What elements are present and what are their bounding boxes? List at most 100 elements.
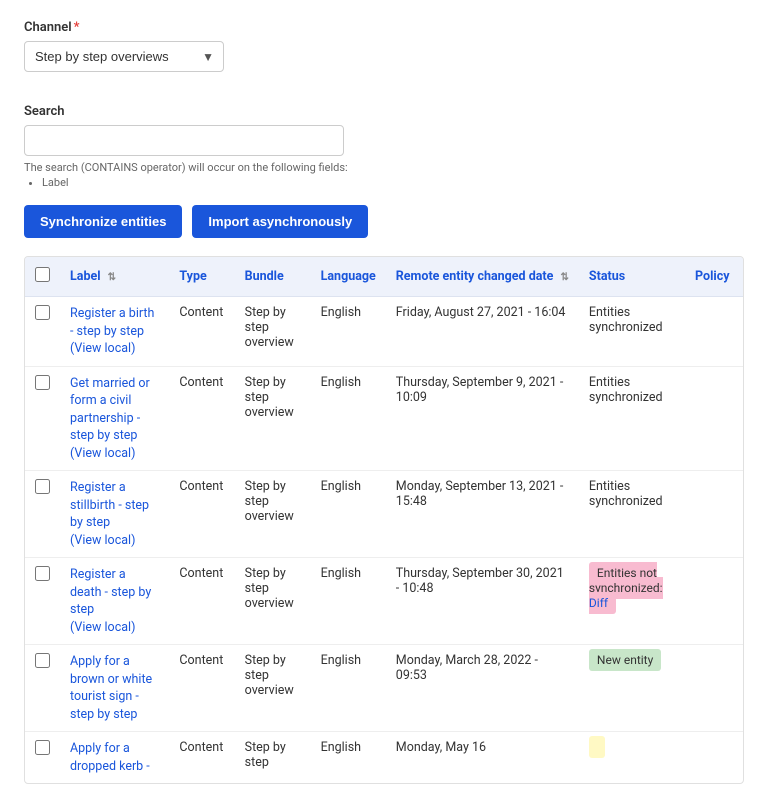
row-checkbox-cell — [25, 558, 60, 645]
row-checkbox[interactable] — [35, 479, 50, 494]
row-date-cell: Thursday, September 9, 2021 - 10:09 — [386, 366, 579, 471]
row-label-link[interactable]: Apply for a dropped kerb - — [70, 741, 150, 774]
row-status-cell: Entities synchronized — [579, 297, 685, 367]
table-header-row: Label ⇅ Type Bundle Language Remote enti… — [25, 257, 743, 297]
header-status: Status — [579, 257, 685, 297]
row-status-cell: Entities synchronized — [579, 471, 685, 558]
row-view-local-link[interactable]: (View local) — [70, 341, 135, 356]
row-date-cell: Thursday, September 30, 2021 - 10:48 — [386, 558, 579, 645]
row-type-cell: Content — [169, 645, 234, 732]
row-language-cell: English — [311, 297, 386, 367]
row-bundle-cell: Step by step overview — [235, 645, 311, 732]
row-checkbox-cell — [25, 366, 60, 471]
search-hint: The search (CONTAINS operator) will occu… — [24, 161, 744, 189]
row-policy-cell — [685, 297, 743, 367]
row-checkbox-cell — [25, 471, 60, 558]
table-row: Get married or form a civil partnership … — [25, 366, 743, 471]
status-badge: Entities synchronized — [589, 375, 663, 405]
row-checkbox[interactable] — [35, 653, 50, 668]
page-wrapper: Channel* Step by step overviewsOther cha… — [0, 0, 768, 804]
header-date[interactable]: Remote entity changed date ⇅ — [386, 257, 579, 297]
row-bundle-cell: Step by step overview — [235, 366, 311, 471]
entities-table: Label ⇅ Type Bundle Language Remote enti… — [25, 257, 743, 783]
row-policy-cell — [685, 732, 743, 784]
search-label: Search — [24, 104, 744, 119]
row-status-cell: Entities synchronized — [579, 366, 685, 471]
row-status-cell — [579, 732, 685, 784]
row-policy-cell — [685, 558, 743, 645]
required-indicator: * — [74, 20, 80, 35]
row-label-cell: Apply for a brown or white tourist sign … — [60, 645, 169, 732]
row-view-local-link[interactable]: (View local) — [70, 446, 135, 461]
row-view-local-link[interactable]: (View local) — [70, 533, 135, 548]
row-policy-cell — [685, 645, 743, 732]
row-checkbox-cell — [25, 645, 60, 732]
row-type-cell: Content — [169, 558, 234, 645]
search-input[interactable] — [24, 125, 344, 156]
row-status-cell: Entities not synchronized: Diff — [579, 558, 685, 645]
sync-entities-button[interactable]: Synchronize entities — [24, 205, 182, 238]
search-hint-field: Label — [42, 176, 744, 189]
channel-field: Channel* Step by step overviewsOther cha… — [24, 20, 744, 88]
diff-link[interactable]: Diff — [589, 596, 608, 610]
row-label-link[interactable]: Register a birth - step by step — [70, 306, 154, 339]
row-type-cell: Content — [169, 732, 234, 784]
select-all-checkbox[interactable] — [35, 267, 50, 282]
row-language-cell: English — [311, 366, 386, 471]
row-checkbox[interactable] — [35, 740, 50, 755]
header-label[interactable]: Label ⇅ — [60, 257, 169, 297]
row-checkbox-cell — [25, 732, 60, 784]
row-policy-cell — [685, 471, 743, 558]
row-bundle-cell: Step by step — [235, 732, 311, 784]
row-checkbox[interactable] — [35, 305, 50, 320]
search-section: Search The search (CONTAINS operator) wi… — [24, 104, 744, 189]
table-row: Register a stillbirth - step by step (Vie… — [25, 471, 743, 558]
row-label-link[interactable]: Apply for a brown or white tourist sign … — [70, 654, 152, 722]
row-status-cell: New entity — [579, 645, 685, 732]
row-checkbox[interactable] — [35, 566, 50, 581]
row-checkbox[interactable] — [35, 375, 50, 390]
header-policy: Policy — [685, 257, 743, 297]
sort-icon-label: ⇅ — [108, 272, 116, 283]
row-label-cell: Register a stillbirth - step by step (Vie… — [60, 471, 169, 558]
row-label-cell: Register a birth - step by step (View loc… — [60, 297, 169, 367]
sort-icon-date: ⇅ — [561, 272, 569, 283]
table-row: Register a death - step by step (View loc… — [25, 558, 743, 645]
status-badge — [589, 736, 605, 758]
row-type-cell: Content — [169, 471, 234, 558]
channel-select-wrapper: Step by step overviewsOther channel ▼ — [24, 41, 224, 72]
row-view-local-link[interactable]: (View local) — [70, 620, 135, 635]
row-bundle-cell: Step by step overview — [235, 558, 311, 645]
table-row: Apply for a brown or white tourist sign … — [25, 645, 743, 732]
status-badge: Entities synchronized — [589, 305, 663, 335]
status-badge: Entities not synchronized: Diff — [589, 562, 663, 614]
row-label-cell: Get married or form a civil partnership … — [60, 366, 169, 471]
header-bundle: Bundle — [235, 257, 311, 297]
row-policy-cell — [685, 366, 743, 471]
row-bundle-cell: Step by step overview — [235, 297, 311, 367]
status-badge: New entity — [589, 649, 661, 671]
row-language-cell: English — [311, 645, 386, 732]
header-checkbox-cell — [25, 257, 60, 297]
header-type: Type — [169, 257, 234, 297]
row-checkbox-cell — [25, 297, 60, 367]
row-type-cell: Content — [169, 297, 234, 367]
row-label-link[interactable]: Get married or form a civil partnership … — [70, 376, 150, 444]
status-badge: Entities synchronized — [589, 479, 663, 509]
row-type-cell: Content — [169, 366, 234, 471]
actions-bar: Synchronize entities Import asynchronous… — [24, 205, 744, 238]
table-row: Register a birth - step by step (View loc… — [25, 297, 743, 367]
row-bundle-cell: Step by step overview — [235, 471, 311, 558]
entities-table-wrapper: Label ⇅ Type Bundle Language Remote enti… — [24, 256, 744, 784]
import-async-button[interactable]: Import asynchronously — [192, 205, 368, 238]
row-label-link[interactable]: Register a death - step by step — [70, 567, 151, 617]
row-language-cell: English — [311, 732, 386, 784]
row-language-cell: English — [311, 558, 386, 645]
row-label-link[interactable]: Register a stillbirth - step by step — [70, 480, 149, 530]
row-date-cell: Monday, March 28, 2022 - 09:53 — [386, 645, 579, 732]
table-row: Apply for a dropped kerb - ContentStep by… — [25, 732, 743, 784]
row-language-cell: English — [311, 471, 386, 558]
channel-select[interactable]: Step by step overviewsOther channel — [24, 41, 224, 72]
row-date-cell: Monday, September 13, 2021 - 15:48 — [386, 471, 579, 558]
row-date-cell: Monday, May 16 — [386, 732, 579, 784]
